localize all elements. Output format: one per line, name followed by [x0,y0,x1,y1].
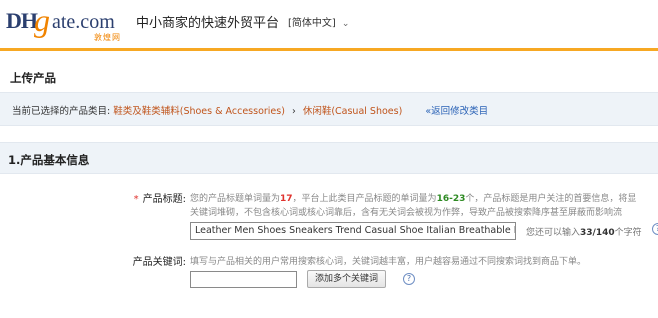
category-label: 当前已选择的产品类目: [12,106,111,117]
page-title: 上传产品 [10,71,56,85]
category-level2[interactable]: 休闲鞋(Casual Shoes) [303,106,402,117]
category-level1[interactable]: 鞋类及鞋类辅料(Shoes & Accessories) [113,106,285,117]
product-title-input[interactable]: Leather Men Shoes Sneakers Trend Casual … [190,222,516,240]
product-title-hint-line1: 您的产品标题单词量为17，平台上此类目产品标题的单词量为16-23个，产品标题是… [190,191,636,204]
help-icon[interactable]: ? [403,273,415,285]
keywords-label: 产品关键词: [132,257,186,268]
hint-text: 您的产品标题单词量为 [190,194,281,204]
add-keywords-button[interactable]: 添加多个关键词 [307,270,386,288]
site-slogan: 中小商家的快速外贸平台 [136,16,280,31]
required-mark: * [133,194,139,205]
language-label: [简体中文] [288,18,336,29]
category-breadcrumb: 当前已选择的产品类目: 鞋类及鞋类辅料(Shoes & Accessories)… [0,92,658,126]
logo-dh: DH [6,8,38,33]
help-icon[interactable]: ? [652,223,658,235]
hint-text: 个，产品标题是用户关注的首要信息，将显 [465,194,637,204]
hint-text: ，平台上此类目产品标题的单词量为 [292,194,437,204]
logo-g: g [34,2,50,38]
keywords-input[interactable] [190,271,297,288]
title-word-count: 17 [280,194,293,204]
header-accent-bar [0,48,658,51]
remain-count: 33/140 [580,228,615,238]
keywords-hint: 填写与产品相关的用户常用搜索核心词，关键词越丰富，用户越容易通过不同搜索词找到商… [190,257,587,267]
chevron-down-icon: ⌄ [341,19,350,29]
back-to-category-link[interactable]: «返回修改类目 [425,106,488,117]
recommended-word-range: 16-23 [436,194,466,204]
remain-text: 您还可以输入 [526,228,581,238]
product-title-label-text: 产品标题: [142,194,186,205]
language-selector[interactable]: [简体中文] ⌄ [288,14,349,29]
product-title-hint-line2: 关键词堆砌，不包含核心词或核心词靠后，含有无关词会被视为作弊，导致产品被搜索降序… [190,208,623,218]
logo-cn: 敦煌网 [94,33,121,42]
remain-text: 个字符 [614,228,642,238]
product-title-label: * 产品标题: [118,190,186,205]
title-remaining-chars: 您还可以输入33/140个字符 [526,225,642,238]
site-header: DH g ate.com 敦煌网 中小商家的快速外贸平台 [简体中文] ⌄ [0,0,658,51]
section-title: 1.产品基本信息 [8,153,90,167]
section-header: 1.产品基本信息 [0,142,658,174]
dhgate-logo[interactable]: DH g ate.com 敦煌网 [6,2,128,42]
logo-ate: ate.com [52,11,115,33]
breadcrumb-separator: › [291,106,296,117]
